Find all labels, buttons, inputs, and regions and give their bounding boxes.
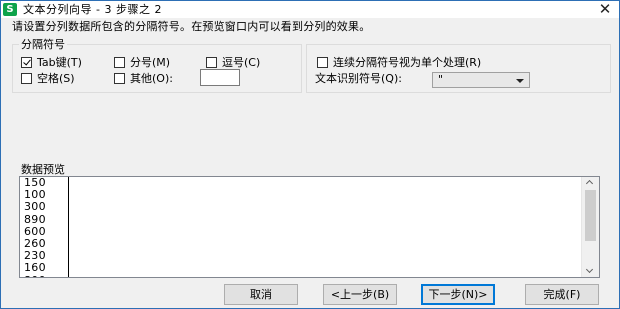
app-logo-icon: S — [3, 3, 17, 16]
checkbox-unchecked-icon — [114, 57, 125, 68]
scroll-up-arrow-icon[interactable] — [582, 177, 599, 189]
column-break-line[interactable] — [68, 177, 69, 277]
other-delimiter-input[interactable] — [200, 69, 240, 86]
tab-checkbox-label: Tab键(T) — [37, 56, 82, 69]
checkbox-checked-icon — [21, 57, 32, 68]
text-qualifier-select[interactable]: " — [432, 72, 530, 88]
space-checkbox[interactable]: 空格(S) — [21, 72, 75, 85]
checkbox-unchecked-icon — [317, 57, 328, 68]
cancel-button[interactable]: 取消 — [224, 284, 298, 305]
dropdown-arrow-icon — [516, 79, 524, 83]
consecutive-delimiters-checkbox[interactable]: 连续分隔符号视为单个处理(R) — [317, 56, 481, 69]
preview-row: 300 — [24, 200, 46, 214]
preview-row: 890 — [24, 212, 46, 226]
text-qualifier-value: " — [438, 73, 444, 86]
comma-checkbox[interactable]: 逗号(C) — [206, 56, 260, 69]
comma-checkbox-label: 逗号(C) — [222, 56, 261, 69]
other-checkbox-label: 其他(O): — [130, 72, 173, 85]
preview-row: 800 — [24, 274, 46, 277]
consecutive-delimiters-label: 连续分隔符号视为单个处理(R) — [333, 56, 482, 69]
instruction-text: 请设置分列数据所包含的分隔符号。在预览窗口内可以看到分列的效果。 — [12, 20, 371, 33]
checkbox-unchecked-icon — [206, 57, 217, 68]
semicolon-checkbox[interactable]: 分号(M) — [114, 56, 170, 69]
space-checkbox-label: 空格(S) — [37, 72, 75, 85]
checkbox-unchecked-icon — [114, 73, 125, 84]
next-button[interactable]: 下一步(N)> — [421, 284, 495, 305]
checkbox-unchecked-icon — [21, 73, 32, 84]
preview-row: 160 — [24, 261, 46, 275]
title-bar[interactable]: S 文本分列向导 - 3 步骤之 2 ✕ — [1, 1, 619, 18]
preview-legend: 数据预览 — [20, 163, 66, 176]
preview-column: 150 100 300 890 600 260 230 160 800 — [24, 177, 46, 277]
close-icon[interactable]: ✕ — [597, 1, 613, 18]
window-title: 文本分列向导 - 3 步骤之 2 — [23, 3, 162, 16]
tab-checkbox[interactable]: Tab键(T) — [21, 56, 82, 69]
semicolon-checkbox-label: 分号(M) — [130, 56, 171, 69]
text-qualifier-label: 文本识别符号(Q): — [315, 72, 402, 85]
delimiters-legend: 分隔符号 — [19, 38, 67, 51]
finish-button[interactable]: 完成(F) — [525, 284, 599, 305]
scroll-thumb[interactable] — [585, 190, 596, 241]
scroll-down-arrow-icon[interactable] — [582, 265, 599, 277]
data-preview-pane[interactable]: 150 100 300 890 600 260 230 160 800 — [19, 176, 600, 278]
vertical-scrollbar[interactable] — [581, 177, 599, 277]
text-to-columns-dialog: S 文本分列向导 - 3 步骤之 2 ✕ 请设置分列数据所包含的分隔符号。在预览… — [0, 0, 620, 309]
back-button[interactable]: <上一步(B) — [323, 284, 397, 305]
other-checkbox[interactable]: 其他(O): — [114, 72, 173, 85]
